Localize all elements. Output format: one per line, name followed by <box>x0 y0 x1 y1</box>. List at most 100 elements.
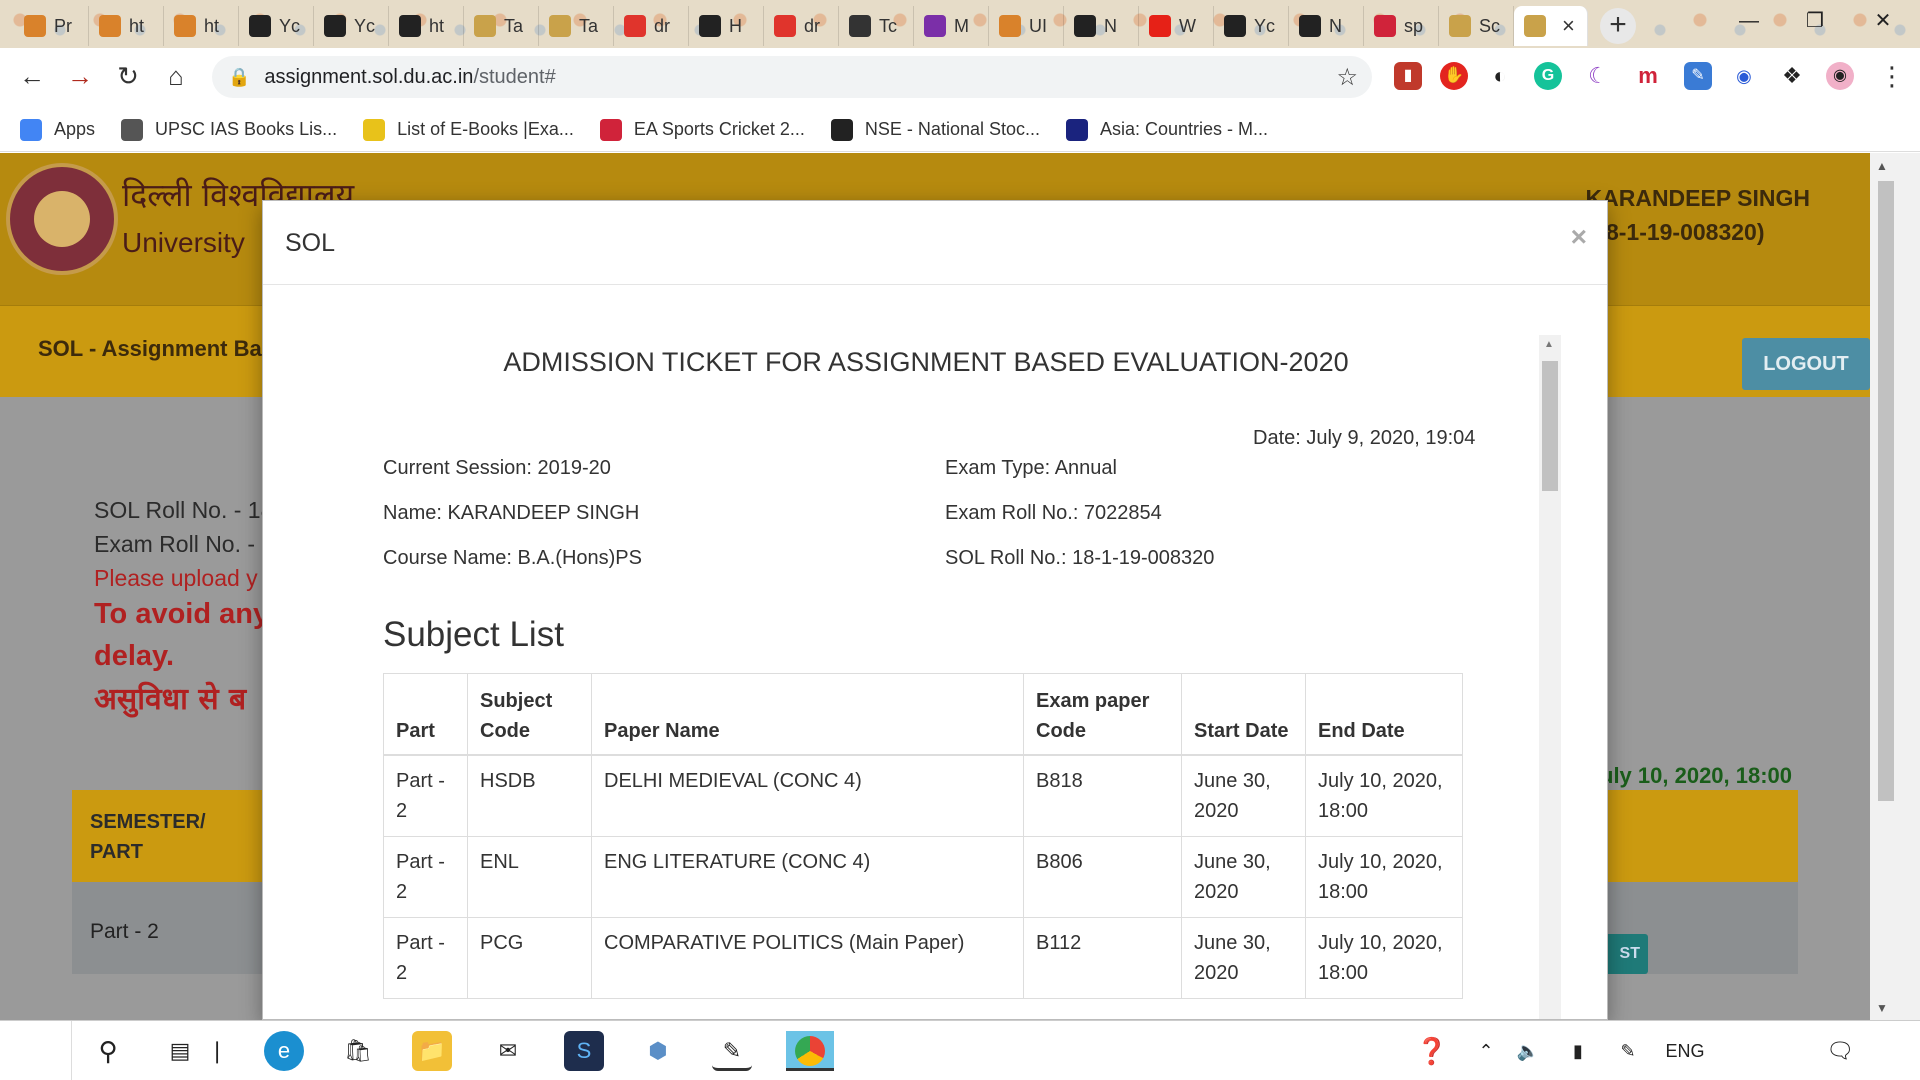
browser-tab[interactable]: Pr <box>14 6 89 46</box>
ticket-scrollbar[interactable]: ▲ <box>1539 335 1561 1019</box>
browser-tab[interactable]: Yc <box>239 6 314 46</box>
edge-icon[interactable]: e <box>264 1031 304 1071</box>
browser-tab[interactable]: Sc <box>1439 6 1514 46</box>
scroll-down-icon[interactable]: ▼ <box>1876 1001 1888 1015</box>
cell-end-date: July 10, 2020, 18:00 <box>1305 754 1463 837</box>
browser-tab[interactable]: dr <box>614 6 689 46</box>
browser-tab[interactable]: Tc <box>839 6 914 46</box>
cell-paper-name: COMPARATIVE POLITICS (Main Paper) <box>591 917 1024 999</box>
browser-tab[interactable]: ht <box>164 6 239 46</box>
bookmark-label: Apps <box>54 119 96 139</box>
forward-icon[interactable]: → <box>60 56 100 96</box>
youtube-icon <box>1149 15 1171 37</box>
browser-tab[interactable]: W <box>1139 6 1214 46</box>
table-row: Part - 2 PCG COMPARATIVE POLITICS (Main Pa… <box>383 917 1463 999</box>
browser-tab[interactable]: M <box>914 6 989 46</box>
browser-tab[interactable]: × <box>1514 6 1588 46</box>
address-bar[interactable]: 🔒 assignment.sol.du.ac.in/student# ☆ <box>212 56 1372 98</box>
close-tab-icon[interactable]: × <box>1562 13 1575 39</box>
site-brand[interactable]: SOL - Assignment Ba <box>38 336 262 362</box>
hindi-note: असुविधा से ब <box>94 682 247 717</box>
new-tab-button[interactable]: + <box>1600 8 1636 44</box>
page-scrollbar-thumb[interactable] <box>1878 181 1894 801</box>
app-s-icon[interactable]: S <box>564 1031 604 1071</box>
moon-extension-icon[interactable]: ☾ <box>1584 62 1612 90</box>
bookmark-label: UPSC IAS Books Lis... <box>155 119 338 139</box>
battery-icon[interactable]: ▮ <box>1558 1021 1598 1080</box>
browser-tab[interactable]: sp <box>1364 6 1439 46</box>
m-extension-icon[interactable]: m <box>1634 62 1662 90</box>
minimize-button[interactable]: — <box>1712 0 1786 42</box>
browser-tab[interactable]: UI <box>989 6 1064 46</box>
browser-tab[interactable]: ht <box>89 6 164 46</box>
language-indicator[interactable]: ENG <box>1660 1021 1710 1080</box>
scroll-up-icon[interactable]: ▲ <box>1544 339 1554 350</box>
logout-button[interactable]: LOGOUT <box>1742 338 1870 390</box>
browser-tab-label: Yc <box>1254 15 1276 36</box>
scroll-up-icon[interactable]: ▲ <box>1876 159 1888 173</box>
help-icon[interactable]: ❓ <box>1412 1031 1452 1071</box>
profile-avatar[interactable]: ◉ <box>1826 62 1854 90</box>
home-icon[interactable]: ⌂ <box>156 56 196 96</box>
current-session: Current Session: 2019-20 <box>383 457 611 479</box>
user-info: KARANDEEP SINGH (18-1-19-008320) <box>1586 181 1811 249</box>
browser-tab[interactable]: Ta <box>464 6 539 46</box>
volume-icon[interactable]: 🔈 <box>1508 1021 1548 1080</box>
grammarly-extension-icon[interactable]: G <box>1534 62 1562 90</box>
browser-tab-label: dr <box>804 15 821 36</box>
modal-header: SOL × <box>263 201 1607 285</box>
bookmark-star-icon[interactable]: ☆ <box>1336 63 1358 92</box>
bookmark-item[interactable]: Apps <box>20 118 96 141</box>
adblock-extension-icon[interactable]: ✋ <box>1440 62 1468 90</box>
book-extension-icon[interactable]: ▮ <box>1394 62 1422 90</box>
menu-kebab-icon[interactable]: ⋮ <box>1872 56 1912 96</box>
globe-icon <box>1224 15 1246 37</box>
bookmark-label: EA Sports Cricket 2... <box>633 119 805 139</box>
browser-tab[interactable]: N <box>1289 6 1364 46</box>
restore-button[interactable]: ❐ <box>1778 0 1852 42</box>
browser-tab[interactable]: N <box>1064 6 1139 46</box>
bookmark-item[interactable]: NSE - National Stoc... <box>830 118 1040 141</box>
avoid-note-line1: To avoid any <box>94 598 270 630</box>
browser-tab-label: ht <box>429 15 445 36</box>
chrome-icon[interactable] <box>786 1031 834 1071</box>
browser-tab[interactable]: Yc <box>1214 6 1289 46</box>
bookmark-item[interactable]: UPSC IAS Books Lis... <box>121 118 338 141</box>
start-area[interactable] <box>0 1021 72 1080</box>
browser-tab[interactable]: H <box>689 6 764 46</box>
pen-icon[interactable]: ✎ <box>1608 1021 1648 1080</box>
cell-start-date: June 30, 2020 <box>1181 754 1306 837</box>
eyes-extension-icon[interactable]: ◉ <box>1730 62 1758 90</box>
reload-icon[interactable]: ↻ <box>108 56 148 96</box>
bookmark-item[interactable]: EA Sports Cricket 2... <box>599 118 805 141</box>
browser-tab[interactable]: ht <box>389 6 464 46</box>
globe-icon <box>399 15 421 37</box>
person-icon <box>999 15 1021 37</box>
notifications-icon[interactable]: 🗨 <box>1820 1021 1860 1080</box>
browser-tab[interactable]: Yc <box>314 6 389 46</box>
browser-tab[interactable]: Ta <box>539 6 614 46</box>
pen-extension-icon[interactable]: ✎ <box>1684 62 1712 90</box>
puzzle-extensions-icon[interactable]: ❖ <box>1778 62 1806 90</box>
mail-icon[interactable]: ✉ <box>488 1031 528 1071</box>
search-icon[interactable]: ⚲ <box>88 1031 128 1071</box>
back-icon[interactable]: ← <box>12 56 52 96</box>
dark-mode-extension-icon[interactable]: ◐ <box>1486 62 1514 90</box>
tray-chevron-icon[interactable]: ⌃ <box>1466 1021 1506 1080</box>
close-icon[interactable]: × <box>1571 221 1587 253</box>
close-window-button[interactable]: ✕ <box>1846 0 1920 42</box>
cube-app-icon[interactable]: ⬢ <box>638 1031 678 1071</box>
store-icon[interactable]: 🛍 <box>338 1031 378 1071</box>
page-scrollbar[interactable]: ▲ ▼ <box>1870 153 1920 1020</box>
ticket-scrollbar-thumb[interactable] <box>1542 361 1558 491</box>
bookmark-item[interactable]: Asia: Countries - M... <box>1066 118 1268 141</box>
cell-exam-paper-code: B818 <box>1023 754 1182 837</box>
subject-table-header-row: Part Subject Code Paper Name Exam paper … <box>383 673 1463 756</box>
browser-tab[interactable]: dr <box>764 6 839 46</box>
windows-taskbar: ⚲ ▤ ❘ e 🛍 📁 ✉ S ⬢ ✎ ❓ ⌃ 🔈 ▮ ✎ ENG 🗨 <box>0 1020 1920 1080</box>
file-explorer-icon[interactable]: 📁 <box>412 1031 452 1071</box>
task-view-icon[interactable]: ▤ <box>160 1031 200 1071</box>
g-logo-icon <box>1074 15 1096 37</box>
reader-app-icon[interactable]: ✎ <box>712 1031 752 1071</box>
bookmark-item[interactable]: List of E-Books |Exa... <box>363 118 574 141</box>
